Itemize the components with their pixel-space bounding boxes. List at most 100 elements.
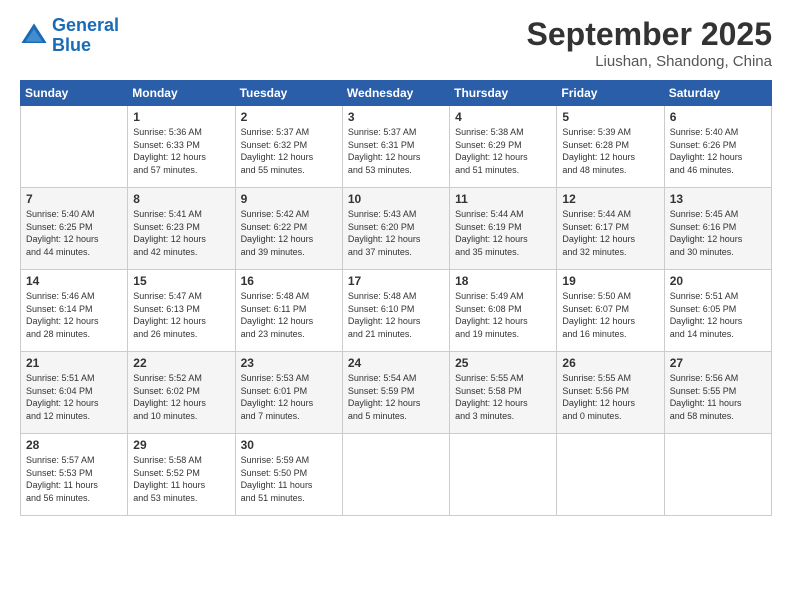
daylight-minutes: and 53 minutes. [348, 164, 444, 177]
cell-date: 13 [670, 192, 766, 206]
daylight-text: Daylight: 12 hours [133, 151, 229, 164]
sunset-text: Sunset: 5:53 PM [26, 467, 122, 480]
daylight-minutes: and 21 minutes. [348, 328, 444, 341]
sunrise-text: Sunrise: 5:48 AM [348, 290, 444, 303]
cell-info: Sunrise: 5:51 AMSunset: 6:04 PMDaylight:… [26, 372, 122, 422]
sunset-text: Sunset: 6:16 PM [670, 221, 766, 234]
sunrise-text: Sunrise: 5:58 AM [133, 454, 229, 467]
daylight-text: Daylight: 12 hours [348, 151, 444, 164]
calendar-week-2: 7 Sunrise: 5:40 AMSunset: 6:25 PM Daylight… [21, 188, 772, 270]
daylight-text: Daylight: 12 hours [348, 233, 444, 246]
sunrise-text: Sunrise: 5:43 AM [348, 208, 444, 221]
sunset-text: Sunset: 6:02 PM [133, 385, 229, 398]
cell-date: 28 [26, 438, 122, 452]
sunset-text: Sunset: 6:14 PM [26, 303, 122, 316]
calendar-week-3: 14Sunrise: 5:46 AMSunset: 6:14 PMDayligh… [21, 270, 772, 352]
cell-info: Sunrise: 5:52 AMSunset: 6:02 PMDaylight:… [133, 372, 229, 422]
sunrise-text: Sunrise: 5:38 AM [455, 126, 551, 139]
cell-date: 15 [133, 274, 229, 288]
table-row: 1Sunrise: 5:36 AMSunset: 6:33 PMDaylight… [128, 106, 235, 188]
sunrise-text: Sunrise: 5:40 AM [26, 208, 122, 221]
sunset-text: Sunset: 6:29 PM [455, 139, 551, 152]
daylight-minutes: and 56 minutes. [26, 492, 122, 505]
daylight-text: Daylight: 12 hours [670, 233, 766, 246]
daylight-text: Daylight: 12 hours [562, 233, 658, 246]
sunset-text: Sunset: 5:52 PM [133, 467, 229, 480]
daylight-text: Daylight: 12 hours [241, 151, 337, 164]
sunrise-text: Sunrise: 5:51 AM [26, 372, 122, 385]
cell-date: 6 [670, 110, 766, 124]
cell-date: 18 [455, 274, 551, 288]
sunrise-text: Sunrise: 5:50 AM [562, 290, 658, 303]
daylight-minutes: and 14 minutes. [670, 328, 766, 341]
col-saturday: Saturday [664, 81, 771, 106]
sunset-text: Sunset: 6:08 PM [455, 303, 551, 316]
sunrise-text: Sunrise: 5:56 AM [670, 372, 766, 385]
daylight-text: Daylight: 12 hours [455, 151, 551, 164]
sunset-text: Sunset: 6:13 PM [133, 303, 229, 316]
sunrise-text: Sunrise: 5:53 AM [241, 372, 337, 385]
daylight-text: Daylight: 12 hours [348, 315, 444, 328]
daylight-text: Daylight: 12 hours [26, 397, 122, 410]
cell-info: Sunrise: 5:55 AMSunset: 5:56 PMDaylight:… [562, 372, 658, 422]
sunrise-text: Sunrise: 5:55 AM [562, 372, 658, 385]
cell-date: 30 [241, 438, 337, 452]
daylight-minutes: and 53 minutes. [133, 492, 229, 505]
cell-info: Sunrise: 5:37 AMSunset: 6:32 PMDaylight:… [241, 126, 337, 176]
sunset-text: Sunset: 6:05 PM [670, 303, 766, 316]
cell-info: Sunrise: 5:56 AMSunset: 5:55 PMDaylight:… [670, 372, 766, 422]
sunset-text: Sunset: 6:11 PM [241, 303, 337, 316]
cell-info: Sunrise: 5:57 AMSunset: 5:53 PMDaylight:… [26, 454, 122, 504]
sunrise-text: Sunrise: 5:52 AM [133, 372, 229, 385]
daylight-text: Daylight: 11 hours [241, 479, 337, 492]
cell-info: Sunrise: 5:54 AMSunset: 5:59 PMDaylight:… [348, 372, 444, 422]
sunrise-text: Sunrise: 5:40 AM [670, 126, 766, 139]
calendar-week-1: 1Sunrise: 5:36 AMSunset: 6:33 PMDaylight… [21, 106, 772, 188]
daylight-text: Daylight: 12 hours [26, 315, 122, 328]
daylight-minutes: and 37 minutes. [348, 246, 444, 259]
sunset-text: Sunset: 6:25 PM [26, 221, 122, 234]
page: General Blue September 2025 Liushan, Sha… [0, 0, 792, 612]
daylight-minutes: and 57 minutes. [133, 164, 229, 177]
sunset-text: Sunset: 6:33 PM [133, 139, 229, 152]
table-row: 20Sunrise: 5:51 AMSunset: 6:05 PMDayligh… [664, 270, 771, 352]
sunrise-text: Sunrise: 5:59 AM [241, 454, 337, 467]
daylight-minutes: and 46 minutes. [670, 164, 766, 177]
cell-info: Sunrise: 5:53 AMSunset: 6:01 PMDaylight:… [241, 372, 337, 422]
col-monday: Monday [128, 81, 235, 106]
table-row: 29Sunrise: 5:58 AMSunset: 5:52 PMDayligh… [128, 434, 235, 516]
daylight-text: Daylight: 12 hours [562, 315, 658, 328]
table-row: 25Sunrise: 5:55 AMSunset: 5:58 PMDayligh… [450, 352, 557, 434]
col-thursday: Thursday [450, 81, 557, 106]
sunset-text: Sunset: 6:23 PM [133, 221, 229, 234]
cell-date: 5 [562, 110, 658, 124]
daylight-text: Daylight: 12 hours [455, 233, 551, 246]
sunset-text: Sunset: 5:58 PM [455, 385, 551, 398]
calendar-table: Sunday Monday Tuesday Wednesday Thursday… [20, 80, 772, 516]
table-row [450, 434, 557, 516]
location: Liushan, Shandong, China [527, 53, 772, 70]
sunrise-text: Sunrise: 5:47 AM [133, 290, 229, 303]
daylight-minutes: and 28 minutes. [26, 328, 122, 341]
table-row: 26Sunrise: 5:55 AMSunset: 5:56 PMDayligh… [557, 352, 664, 434]
sunrise-text: Sunrise: 5:44 AM [562, 208, 658, 221]
cell-info: Sunrise: 5:55 AMSunset: 5:58 PMDaylight:… [455, 372, 551, 422]
header: General Blue September 2025 Liushan, Sha… [20, 16, 772, 70]
table-row [21, 106, 128, 188]
table-row [342, 434, 449, 516]
daylight-text: Daylight: 12 hours [241, 233, 337, 246]
cell-date: 10 [348, 192, 444, 206]
cell-info: Sunrise: 5:46 AMSunset: 6:14 PMDaylight:… [26, 290, 122, 340]
table-row: 22Sunrise: 5:52 AMSunset: 6:02 PMDayligh… [128, 352, 235, 434]
cell-date: 3 [348, 110, 444, 124]
daylight-minutes: and 42 minutes. [133, 246, 229, 259]
table-row [557, 434, 664, 516]
cell-date: 7 [26, 192, 122, 206]
table-row: 16Sunrise: 5:48 AMSunset: 6:11 PMDayligh… [235, 270, 342, 352]
sunset-text: Sunset: 6:19 PM [455, 221, 551, 234]
daylight-minutes: and 26 minutes. [133, 328, 229, 341]
cell-info: Sunrise: 5:44 AMSunset: 6:19 PMDaylight:… [455, 208, 551, 258]
cell-date: 1 [133, 110, 229, 124]
table-row: 23Sunrise: 5:53 AMSunset: 6:01 PMDayligh… [235, 352, 342, 434]
table-row: 18Sunrise: 5:49 AMSunset: 6:08 PMDayligh… [450, 270, 557, 352]
